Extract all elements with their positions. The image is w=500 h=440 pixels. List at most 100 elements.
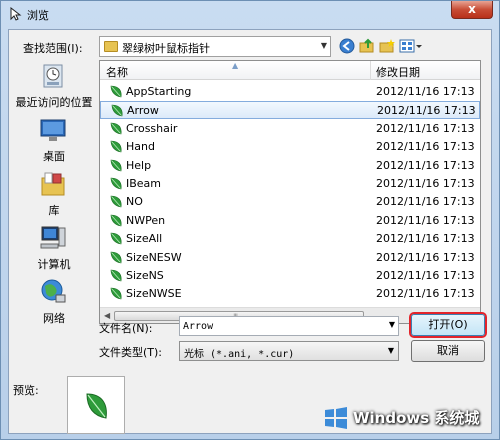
leaf-cursor-icon xyxy=(110,287,122,300)
chevron-down-icon: ▼ xyxy=(387,346,394,355)
scroll-left-icon[interactable]: ◀ xyxy=(104,311,110,320)
file-row[interactable]: Hand 2012/11/16 17:13 xyxy=(100,138,480,156)
file-name: Help xyxy=(126,158,152,172)
place-label: 库 xyxy=(48,204,60,217)
look-in-combo[interactable]: 翠绿树叶鼠标指针 ▼ xyxy=(99,36,331,57)
file-name: IBeam xyxy=(126,177,162,190)
file-row[interactable]: SizeAll 2012/11/16 17:13 xyxy=(100,230,480,248)
file-date: 2012/11/16 17:13 xyxy=(376,269,475,282)
place-computer[interactable]: 计算机 xyxy=(9,224,99,274)
place-label: 桌面 xyxy=(43,150,65,163)
watermark-text: Windows 系统城 xyxy=(353,409,480,427)
file-date: 2012/11/16 17:13 xyxy=(376,287,475,301)
file-name: SizeNS xyxy=(126,269,164,282)
filename-field[interactable]: ▼ xyxy=(179,316,399,336)
file-date: 2012/11/16 17:13 xyxy=(376,177,475,190)
file-date: 2012/11/16 17:13 xyxy=(376,195,475,209)
filetype-value: 光标 (*.ani, *.cur) xyxy=(184,349,295,360)
file-row[interactable]: SizeNESW 2012/11/16 17:13 xyxy=(100,249,480,267)
chevron-down-icon[interactable]: ▼ xyxy=(389,320,395,329)
file-row[interactable]: Crosshair 2012/11/16 17:13 xyxy=(100,120,480,138)
file-date: 2012/11/16 17:13 xyxy=(376,213,475,227)
leaf-cursor-icon xyxy=(110,177,122,190)
preview-pane xyxy=(67,376,125,434)
leaf-cursor-icon xyxy=(110,195,122,208)
browse-dialog: 浏览 x 查找范围(I): 翠绿树叶鼠标指针 ▼ 最近访问的位置 桌面 库 计算… xyxy=(0,0,500,440)
chevron-down-icon: ▼ xyxy=(320,41,327,50)
windows-logo-icon xyxy=(325,407,347,429)
leaf-cursor-icon xyxy=(110,140,122,153)
close-button[interactable]: x xyxy=(451,1,493,19)
place-label: 计算机 xyxy=(37,258,71,271)
back-icon[interactable] xyxy=(339,38,355,54)
places-bar: 最近访问的位置 桌面 库 计算机 网络 xyxy=(9,60,99,325)
network-icon xyxy=(41,279,66,303)
file-row[interactable]: NO 2012/11/16 17:13 xyxy=(100,193,480,211)
file-name: NO xyxy=(126,195,143,209)
leaf-cursor-icon xyxy=(110,269,122,282)
filetype-label: 文件类型(T): xyxy=(99,346,163,359)
file-name: Hand xyxy=(126,140,155,154)
file-date: 2012/11/16 17:13 xyxy=(376,158,475,172)
file-name: Arrow xyxy=(127,104,159,118)
list-header: 名称 ▲ 修改日期 xyxy=(100,61,480,80)
leaf-cursor-icon xyxy=(110,214,122,227)
place-recent[interactable]: 最近访问的位置 xyxy=(9,62,99,112)
place-network[interactable]: 网络 xyxy=(9,278,99,328)
desktop-icon xyxy=(40,119,66,141)
leaf-cursor-icon xyxy=(110,159,122,172)
file-row[interactable]: SizeNWSE 2012/11/16 17:13 xyxy=(100,285,480,303)
place-label: 网络 xyxy=(43,312,65,325)
filename-label: 文件名(N): xyxy=(99,322,153,335)
leaf-cursor-icon xyxy=(110,85,122,98)
leaf-cursor-icon xyxy=(110,251,122,264)
file-row[interactable]: SizeNS 2012/11/16 17:13 xyxy=(100,267,480,285)
file-list[interactable]: 名称 ▲ 修改日期 AppStarting 2012/11/16 17:13 Arr… xyxy=(99,60,481,324)
look-in-value: 翠绿树叶鼠标指针 xyxy=(122,42,210,55)
view-menu-icon[interactable] xyxy=(399,38,423,54)
filetype-select[interactable]: 光标 (*.ani, *.cur) ▼ xyxy=(179,341,399,361)
watermark: Windows 系统城 xyxy=(323,399,500,440)
folder-icon xyxy=(104,41,118,52)
new-folder-icon[interactable] xyxy=(379,38,395,54)
filename-input[interactable] xyxy=(180,317,376,335)
file-date: 2012/11/16 17:13 xyxy=(377,104,476,118)
leaf-cursor-icon xyxy=(110,232,122,245)
dialog-client: 查找范围(I): 翠绿树叶鼠标指针 ▼ 最近访问的位置 桌面 库 计算机 网络 … xyxy=(8,29,492,434)
file-row[interactable]: AppStarting 2012/11/16 17:13 xyxy=(100,83,480,101)
file-row[interactable]: Help 2012/11/16 17:13 xyxy=(100,157,480,175)
leaf-cursor-icon xyxy=(110,122,122,135)
cursor-icon xyxy=(10,7,22,21)
window-title: 浏览 xyxy=(27,9,49,22)
header-divider[interactable] xyxy=(370,61,371,80)
file-name: AppStarting xyxy=(126,85,192,98)
look-in-label: 查找范围(I): xyxy=(23,42,83,55)
column-date-header[interactable]: 修改日期 xyxy=(376,64,420,80)
file-date: 2012/11/16 17:13 xyxy=(376,250,475,264)
leaf-cursor-icon xyxy=(111,104,123,117)
cancel-button[interactable]: 取消 xyxy=(411,340,485,362)
file-name: Crosshair xyxy=(126,121,178,135)
file-date: 2012/11/16 17:13 xyxy=(376,85,475,98)
up-folder-icon[interactable] xyxy=(359,38,375,54)
leaf-cursor-icon xyxy=(86,393,107,419)
file-date: 2012/11/16 17:13 xyxy=(376,140,475,154)
file-row[interactable]: IBeam 2012/11/16 17:13 xyxy=(100,175,480,193)
file-date: 2012/11/16 17:13 xyxy=(376,121,475,135)
open-button[interactable]: 打开(O) xyxy=(411,314,485,336)
libraries-icon xyxy=(41,172,65,196)
recent-places-icon xyxy=(43,64,63,88)
file-name: NWPen xyxy=(126,213,166,227)
place-desktop[interactable]: 桌面 xyxy=(9,116,99,166)
column-name-header[interactable]: 名称 xyxy=(106,64,128,80)
file-name: SizeAll xyxy=(126,232,163,246)
file-date: 2012/11/16 17:13 xyxy=(376,232,475,246)
title-bar[interactable]: 浏览 x xyxy=(1,1,499,29)
place-libraries[interactable]: 库 xyxy=(9,170,99,220)
file-row[interactable]: NWPen 2012/11/16 17:13 xyxy=(100,212,480,230)
place-label: 最近访问的位置 xyxy=(15,96,93,109)
file-row[interactable]: Arrow 2012/11/16 17:13 xyxy=(100,101,480,120)
sort-ascending-icon: ▲ xyxy=(232,61,239,70)
computer-icon xyxy=(40,226,66,249)
preview-label: 预览: xyxy=(13,384,39,397)
